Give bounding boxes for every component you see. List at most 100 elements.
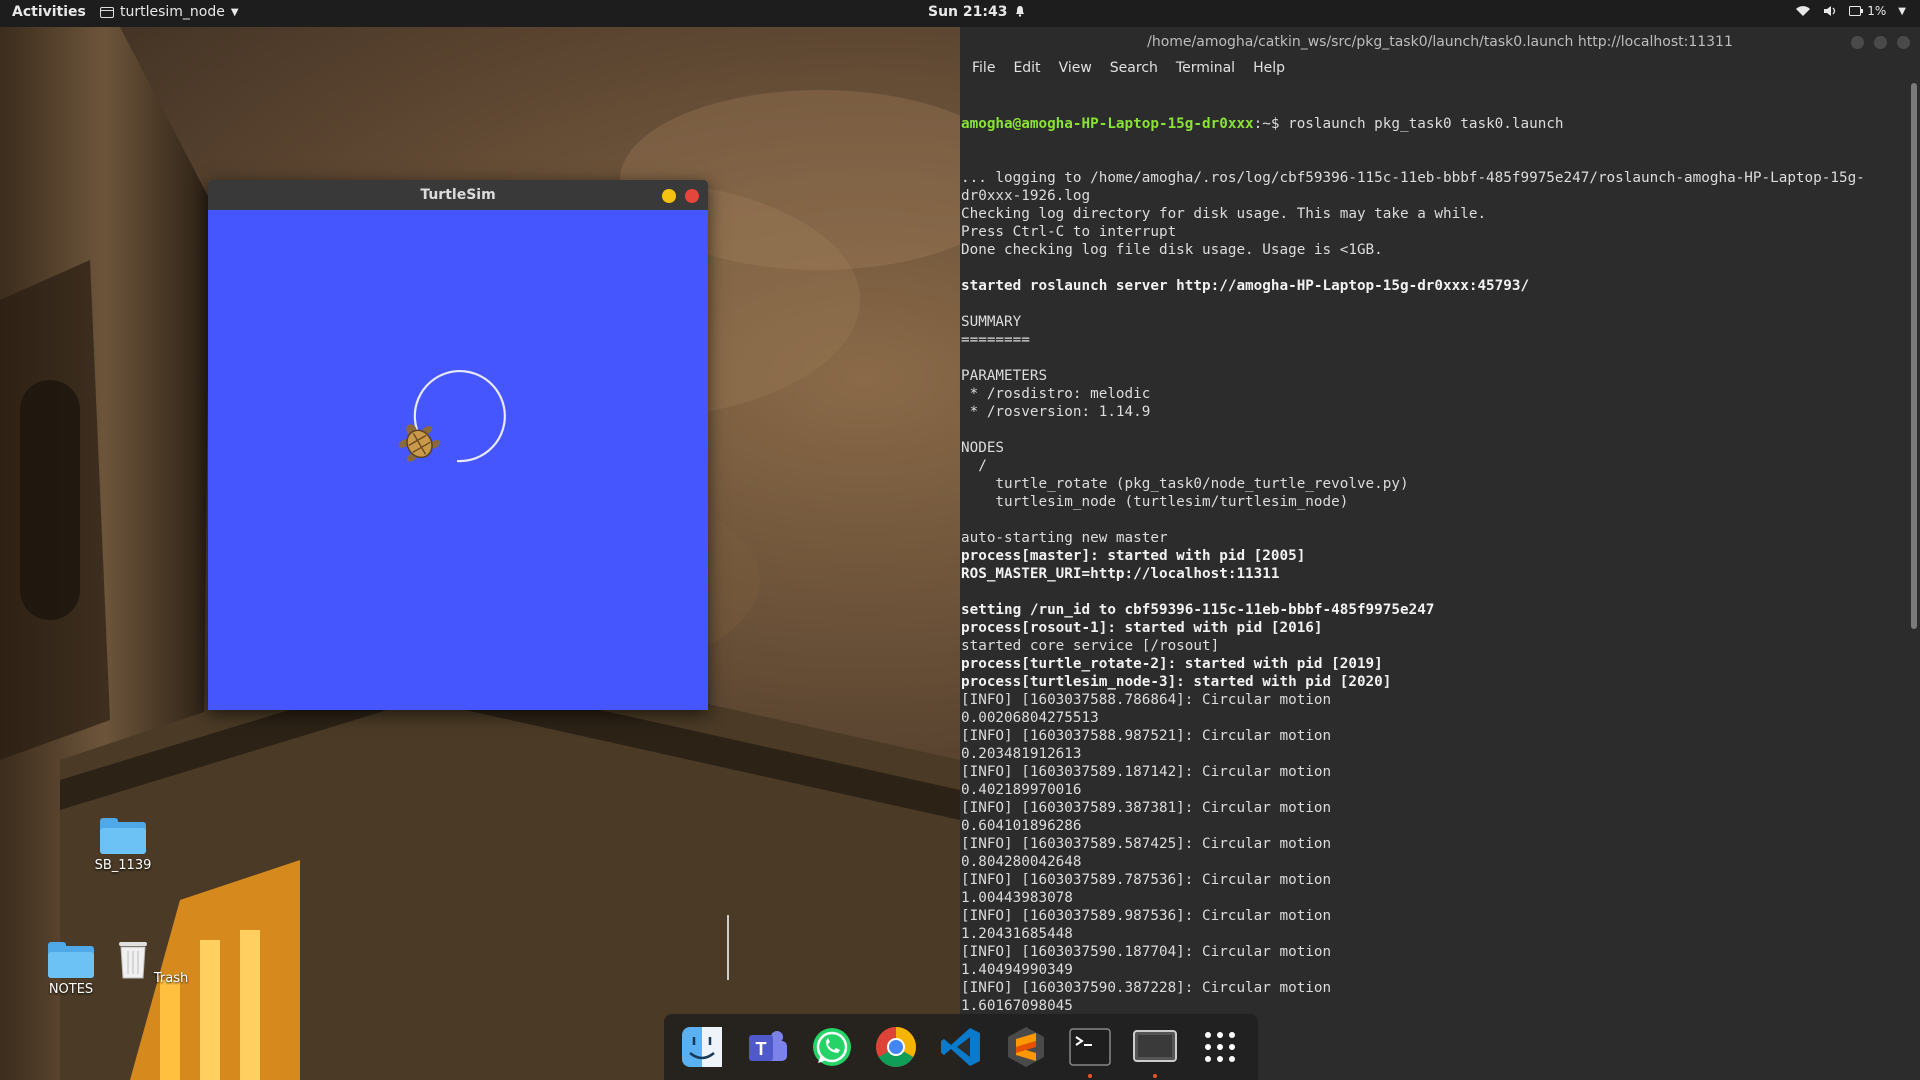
menu-terminal[interactable]: Terminal <box>1176 57 1235 79</box>
prompt-command: roslaunch pkg_task0 task0.launch <box>1288 116 1564 132</box>
svg-text:T: T <box>755 1039 766 1059</box>
terminal-line: started roslaunch server http://amogha-H… <box>961 278 1530 294</box>
terminal-prompt-line: amogha@amogha-HP-Laptop-15g-dr0xxx:~$ ro… <box>960 115 1906 133</box>
window-title: /home/amogha/catkin_ws/src/pkg_task0/lau… <box>1147 34 1733 50</box>
minimize-button[interactable] <box>662 189 676 203</box>
terminal-line: 1.00443983078 <box>961 890 1073 906</box>
menu-help[interactable]: Help <box>1253 57 1285 79</box>
terminal-line: turtle_rotate (pkg_task0/node_turtle_rev… <box>961 476 1409 492</box>
desktop-folder-sb-1139[interactable]: SB_1139 <box>78 818 168 873</box>
screen-icon <box>1132 1030 1177 1062</box>
desktop-folder-notes[interactable]: NOTES <box>26 942 116 997</box>
terminal-icon <box>1069 1028 1112 1066</box>
app-menu[interactable]: turtlesim_node ▼ <box>100 4 239 20</box>
volume-icon <box>1824 6 1836 16</box>
terminal-line: 0.402189970016 <box>961 782 1082 798</box>
system-tray[interactable]: 1% ▼ <box>1795 4 1906 18</box>
dock-sublime[interactable] <box>1001 1022 1051 1072</box>
desktop-icon-label: NOTES <box>48 982 94 997</box>
vscode-icon <box>940 1028 980 1066</box>
menu-view[interactable]: View <box>1059 57 1092 79</box>
minimize-button[interactable] <box>1851 36 1864 49</box>
dock-screen[interactable] <box>1130 1022 1180 1078</box>
terminal-line: Press Ctrl-C to interrupt <box>961 224 1177 240</box>
terminal-line: ======== <box>961 332 1030 348</box>
dock-chrome[interactable] <box>871 1022 921 1072</box>
terminal-menubar: File Edit View Search Terminal Help <box>960 57 1920 79</box>
desktop-icon-label: SB_1139 <box>94 858 152 873</box>
clock[interactable]: Sun 21:43 <box>928 4 1025 20</box>
desktop-icon-label: Trash <box>153 971 189 986</box>
window-icon <box>100 6 114 18</box>
terminal-line: * /rosdistro: melodic <box>961 386 1151 402</box>
battery-icon <box>1849 6 1864 16</box>
dock-finder[interactable] <box>677 1022 727 1072</box>
terminal-line: [INFO] [1603037589.787536]: Circular mot… <box>961 872 1332 888</box>
terminal-line: 0.804280042648 <box>961 854 1082 870</box>
terminal-line: 0.604101896286 <box>961 818 1082 834</box>
dock-terminal[interactable] <box>1065 1022 1115 1078</box>
turtlesim-canvas <box>208 210 708 710</box>
terminal-line: auto-starting new master <box>961 530 1168 546</box>
terminal-line: Checking log directory for disk usage. T… <box>961 206 1487 222</box>
folder-icon <box>100 818 146 854</box>
battery-indicator: 1% <box>1849 4 1886 18</box>
app-menu-label: turtlesim_node <box>120 4 225 20</box>
battery-label: 1% <box>1867 4 1887 18</box>
dock-whatsapp[interactable] <box>807 1022 857 1072</box>
chrome-icon <box>876 1027 917 1067</box>
terminal-line: * /rosversion: 1.14.9 <box>961 404 1151 420</box>
dock-teams[interactable]: T <box>742 1022 792 1072</box>
terminal-window[interactable]: /home/amogha/catkin_ws/src/pkg_task0/lau… <box>960 27 1920 1080</box>
terminal-line: ... logging to /home/amogha/.ros/log/cbf… <box>961 170 1865 186</box>
terminal-scrollbar[interactable] <box>1911 83 1917 629</box>
turtle-trail <box>413 370 506 463</box>
terminal-line: setting /run_id to cbf59396-115c-11eb-bb… <box>961 602 1435 618</box>
terminal-line: / <box>961 458 987 474</box>
dock-app-grid[interactable] <box>1195 1022 1245 1072</box>
trash-icon <box>118 942 147 979</box>
terminal-line: process[master]: started with pid [2005] <box>961 548 1306 564</box>
close-button[interactable] <box>1897 36 1910 49</box>
chevron-down-icon: ▼ <box>230 6 239 18</box>
window-title: TurtleSim <box>420 187 496 203</box>
terminal-line: [INFO] [1603037589.187142]: Circular mot… <box>961 764 1332 780</box>
desktop-trash[interactable]: Trash <box>107 938 197 986</box>
terminal-line: [INFO] [1603037588.987521]: Circular mot… <box>961 728 1332 744</box>
app-grid-icon <box>1204 1032 1235 1062</box>
terminal-titlebar[interactable]: /home/amogha/catkin_ws/src/pkg_task0/lau… <box>960 27 1920 57</box>
terminal-line: 0.203481912613 <box>961 746 1082 762</box>
menu-search[interactable]: Search <box>1110 57 1158 79</box>
terminal-line: Done checking log file disk usage. Usage… <box>961 242 1383 258</box>
terminal-line: [INFO] [1603037589.987536]: Circular mot… <box>961 908 1332 924</box>
dock-vscode[interactable] <box>936 1022 986 1072</box>
finder-icon <box>682 1027 723 1067</box>
terminal-line: 0.00206804275513 <box>961 710 1099 726</box>
teams-icon: T <box>748 1031 787 1061</box>
menu-file[interactable]: File <box>972 57 995 79</box>
terminal-line: SUMMARY <box>961 314 1022 330</box>
turtlesim-titlebar[interactable]: TurtleSim <box>208 180 708 210</box>
maximize-button[interactable] <box>1874 36 1887 49</box>
terminal-line: [INFO] [1603037590.187704]: Circular mot… <box>961 944 1332 960</box>
terminal-line: [INFO] [1603037589.587425]: Circular mot… <box>961 836 1332 852</box>
wifi-icon <box>1796 6 1811 16</box>
whatsapp-icon <box>812 1028 851 1066</box>
terminal-line: 1.40494990349 <box>961 962 1073 978</box>
close-button[interactable] <box>685 189 699 203</box>
prompt-user: amogha@amogha-HP-Laptop-15g-dr0xxx <box>961 116 1254 132</box>
running-indicator <box>1152 1074 1157 1078</box>
terminal-output[interactable]: amogha@amogha-HP-Laptop-15g-dr0xxx:~$ ro… <box>960 79 1906 1016</box>
terminal-line: [INFO] [1603037590.387228]: Circular mot… <box>961 980 1332 996</box>
terminal-line: [INFO] [1603037588.786864]: Circular mot… <box>961 692 1332 708</box>
notification-icon <box>1016 6 1025 17</box>
terminal-line: turtlesim_node (turtlesim/turtlesim_node… <box>961 494 1349 510</box>
terminal-line: process[turtle_rotate-2]: started with p… <box>961 656 1383 672</box>
activities-button[interactable]: Activities <box>12 4 86 20</box>
menu-edit[interactable]: Edit <box>1013 57 1040 79</box>
turtlesim-window[interactable]: TurtleSim <box>208 180 708 710</box>
